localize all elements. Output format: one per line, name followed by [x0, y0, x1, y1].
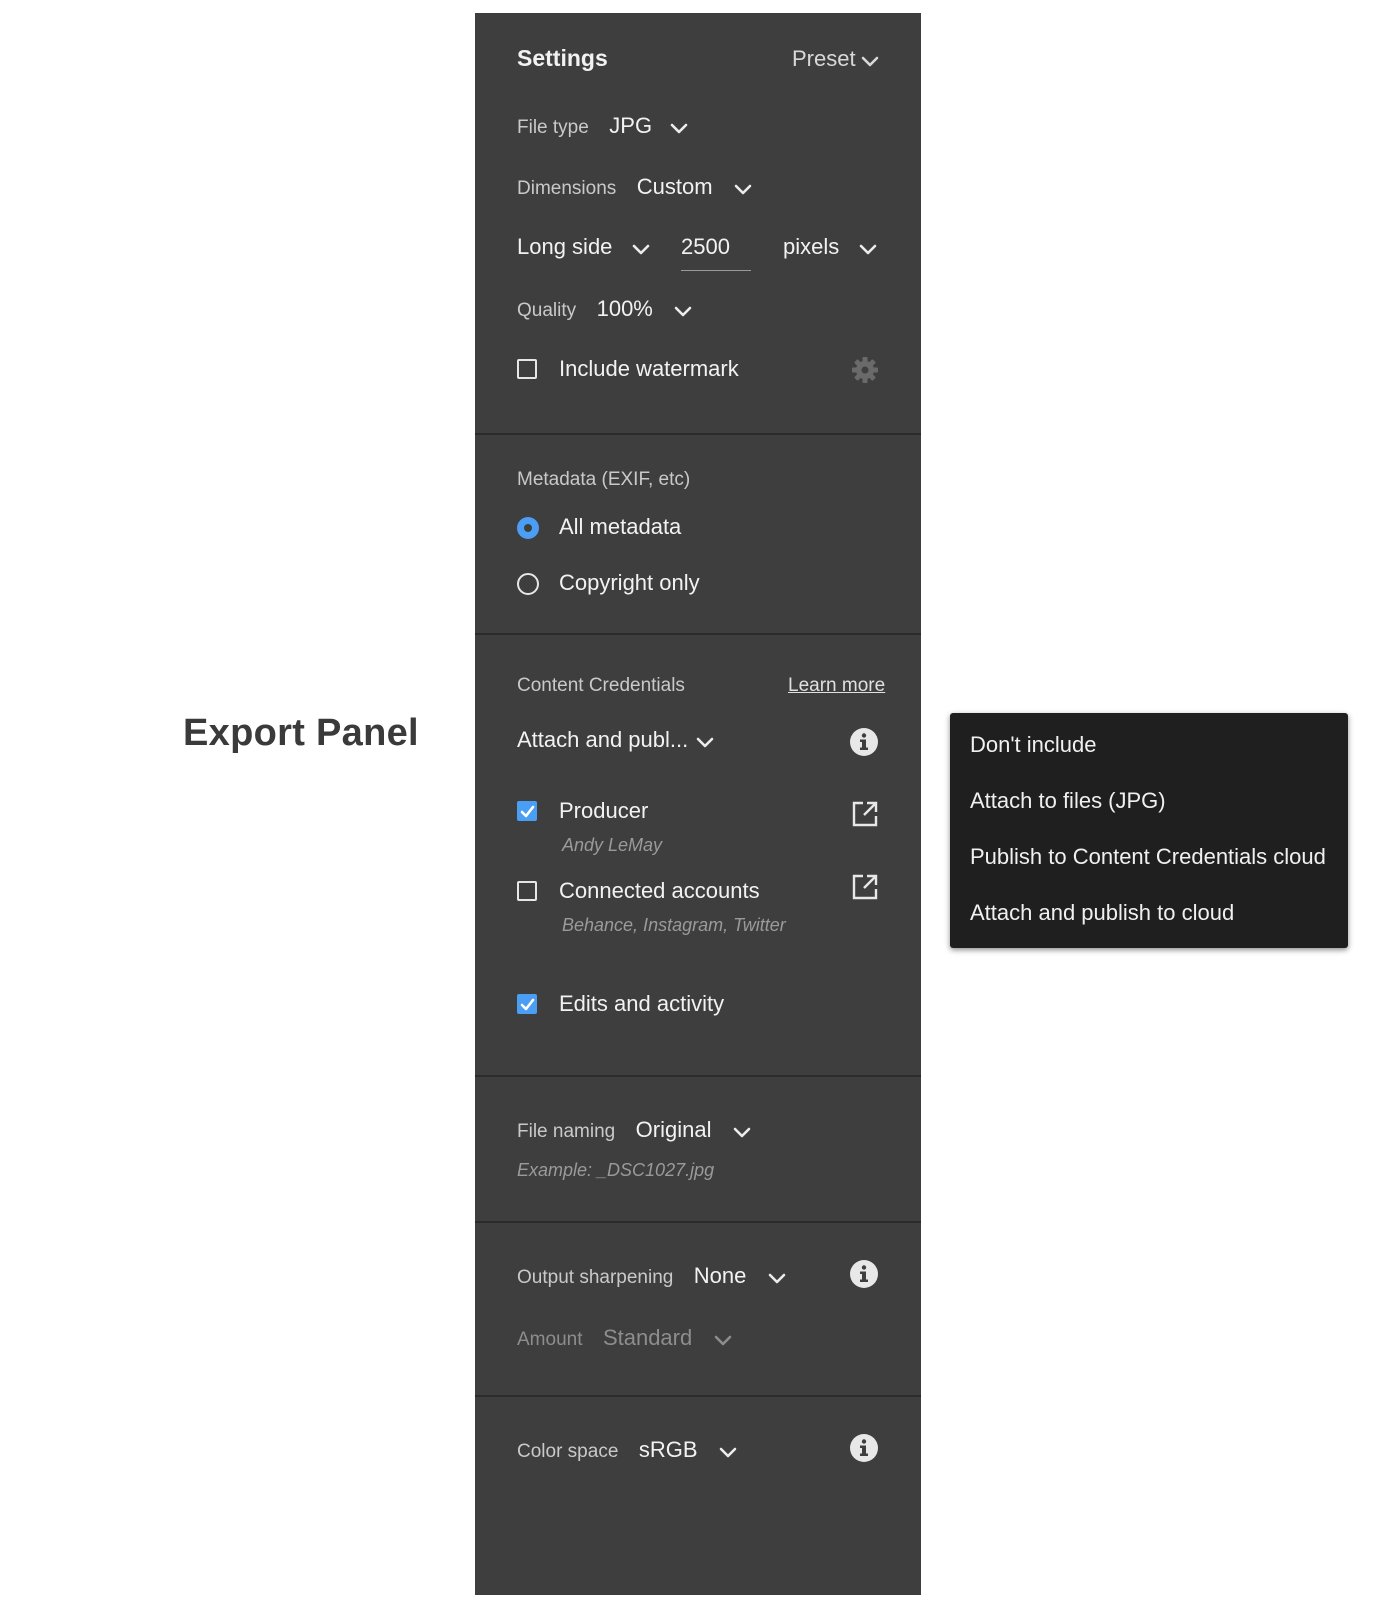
metadata-heading: Metadata (EXIF, etc) — [517, 469, 691, 490]
settings-section: Settings Preset File type JPG Dimensions… — [475, 13, 921, 435]
file-naming-section: File naming Original Example: _DSC1027.j… — [475, 1077, 921, 1223]
file-naming-label: File naming — [517, 1121, 616, 1142]
chevron-down-icon — [767, 1272, 787, 1286]
side-value: Long side — [517, 234, 613, 259]
chevron-down-icon — [733, 183, 753, 197]
edits-activity-label: Edits and activity — [559, 991, 725, 1016]
file-type-label: File type — [517, 117, 589, 138]
radio-all-metadata[interactable] — [517, 517, 539, 539]
preset-label: Preset — [792, 46, 856, 71]
chevron-down-icon — [858, 243, 878, 257]
file-type-dropdown[interactable]: JPG — [609, 113, 689, 138]
credentials-mode-dropdown[interactable]: Attach and publ... — [517, 727, 715, 753]
file-naming-dropdown[interactable]: Original — [636, 1117, 752, 1142]
watermark-label: Include watermark — [559, 356, 739, 381]
watermark-checkbox[interactable] — [517, 359, 537, 379]
chevron-down-icon — [695, 736, 715, 750]
preset-dropdown[interactable]: Preset — [792, 46, 880, 72]
sharpening-label: Output sharpening — [517, 1267, 674, 1288]
page-title: Export Panel — [183, 712, 419, 754]
menu-item-attach-to-files[interactable]: Attach to files (JPG) — [970, 788, 1166, 814]
dimensions-dropdown[interactable]: Custom — [637, 174, 753, 199]
amount-value: Standard — [602, 1325, 693, 1350]
quality-row: Quality 100% — [517, 296, 693, 322]
file-naming-example: Example: _DSC1027.jpg — [517, 1160, 715, 1180]
sharpening-dropdown[interactable]: None — [694, 1263, 787, 1288]
chevron-down-icon — [669, 122, 689, 136]
settings-heading: Settings — [517, 45, 608, 71]
unit-value: pixels — [783, 234, 840, 259]
chevron-down-icon — [631, 243, 651, 257]
content-credentials-section: Content Credentials Learn more Attach an… — [475, 635, 921, 1077]
dimensions-value: Custom — [636, 174, 713, 199]
file-type-value: JPG — [609, 113, 653, 138]
chevron-down-icon — [732, 1126, 752, 1140]
connected-accounts-checkbox[interactable] — [517, 881, 537, 901]
side-dropdown[interactable]: Long side — [517, 234, 651, 260]
info-icon[interactable] — [849, 1433, 879, 1468]
export-settings-panel: Settings Preset File type JPG Dimensions… — [475, 13, 921, 1595]
chevron-down-icon — [673, 305, 693, 319]
color-space-dropdown[interactable]: sRGB — [639, 1437, 738, 1462]
color-space-value: sRGB — [638, 1437, 698, 1462]
size-value: 2500 — [681, 234, 730, 259]
learn-more-link[interactable]: Learn more — [788, 675, 885, 697]
file-type-row: File type JPG — [517, 113, 689, 139]
connected-accounts-list: Behance, Instagram, Twitter — [562, 915, 786, 935]
producer-name: Andy LeMay — [562, 835, 663, 855]
menu-item-attach-and-publish[interactable]: Attach and publish to cloud — [970, 900, 1234, 926]
producer-checkbox[interactable] — [517, 801, 537, 821]
amount-label: Amount — [517, 1329, 583, 1350]
chevron-down-icon — [860, 55, 880, 69]
file-naming-value: Original — [635, 1117, 712, 1142]
menu-item-publish-to-cloud[interactable]: Publish to Content Credentials cloud — [970, 844, 1326, 870]
dimensions-row: Dimensions Custom — [517, 174, 753, 200]
producer-label: Producer — [559, 798, 649, 823]
info-icon[interactable] — [849, 1259, 879, 1294]
menu-item-dont-include[interactable]: Don't include — [970, 732, 1097, 758]
amount-row: Amount Standard — [517, 1325, 733, 1351]
content-credentials-heading: Content Credentials — [517, 675, 685, 696]
copyright-only-label: Copyright only — [559, 570, 700, 595]
color-space-label: Color space — [517, 1441, 619, 1462]
external-link-icon[interactable] — [851, 873, 879, 906]
credentials-dropdown-menu: Don't include Attach to files (JPG) Publ… — [950, 713, 1348, 948]
connected-accounts-label: Connected accounts — [559, 878, 760, 903]
sharpening-row: Output sharpening None — [517, 1263, 787, 1289]
unit-dropdown[interactable]: pixels — [783, 234, 878, 260]
dimensions-label: Dimensions — [517, 178, 617, 199]
size-input[interactable]: 2500 — [681, 234, 751, 271]
chevron-down-icon — [718, 1446, 738, 1460]
color-space-section: Color space sRGB — [475, 1397, 921, 1595]
file-naming-row: File naming Original — [517, 1117, 752, 1143]
metadata-section: Metadata (EXIF, etc) All metadata Copyri… — [475, 435, 921, 635]
info-icon[interactable] — [849, 727, 879, 762]
quality-dropdown[interactable]: 100% — [597, 296, 694, 321]
edits-activity-checkbox[interactable] — [517, 994, 537, 1014]
quality-label: Quality — [517, 300, 577, 321]
quality-value: 100% — [596, 296, 653, 321]
all-metadata-label: All metadata — [559, 514, 682, 539]
radio-copyright-only[interactable] — [517, 573, 539, 595]
sharpening-value: None — [693, 1263, 747, 1288]
amount-dropdown[interactable]: Standard — [603, 1325, 733, 1350]
chevron-down-icon — [713, 1334, 733, 1348]
credentials-mode-value: Attach and publ... — [517, 727, 689, 752]
external-link-icon[interactable] — [851, 800, 879, 833]
color-space-row: Color space sRGB — [517, 1437, 738, 1463]
gear-icon[interactable] — [850, 355, 880, 390]
output-sharpening-section: Output sharpening None Amount Standard — [475, 1223, 921, 1397]
